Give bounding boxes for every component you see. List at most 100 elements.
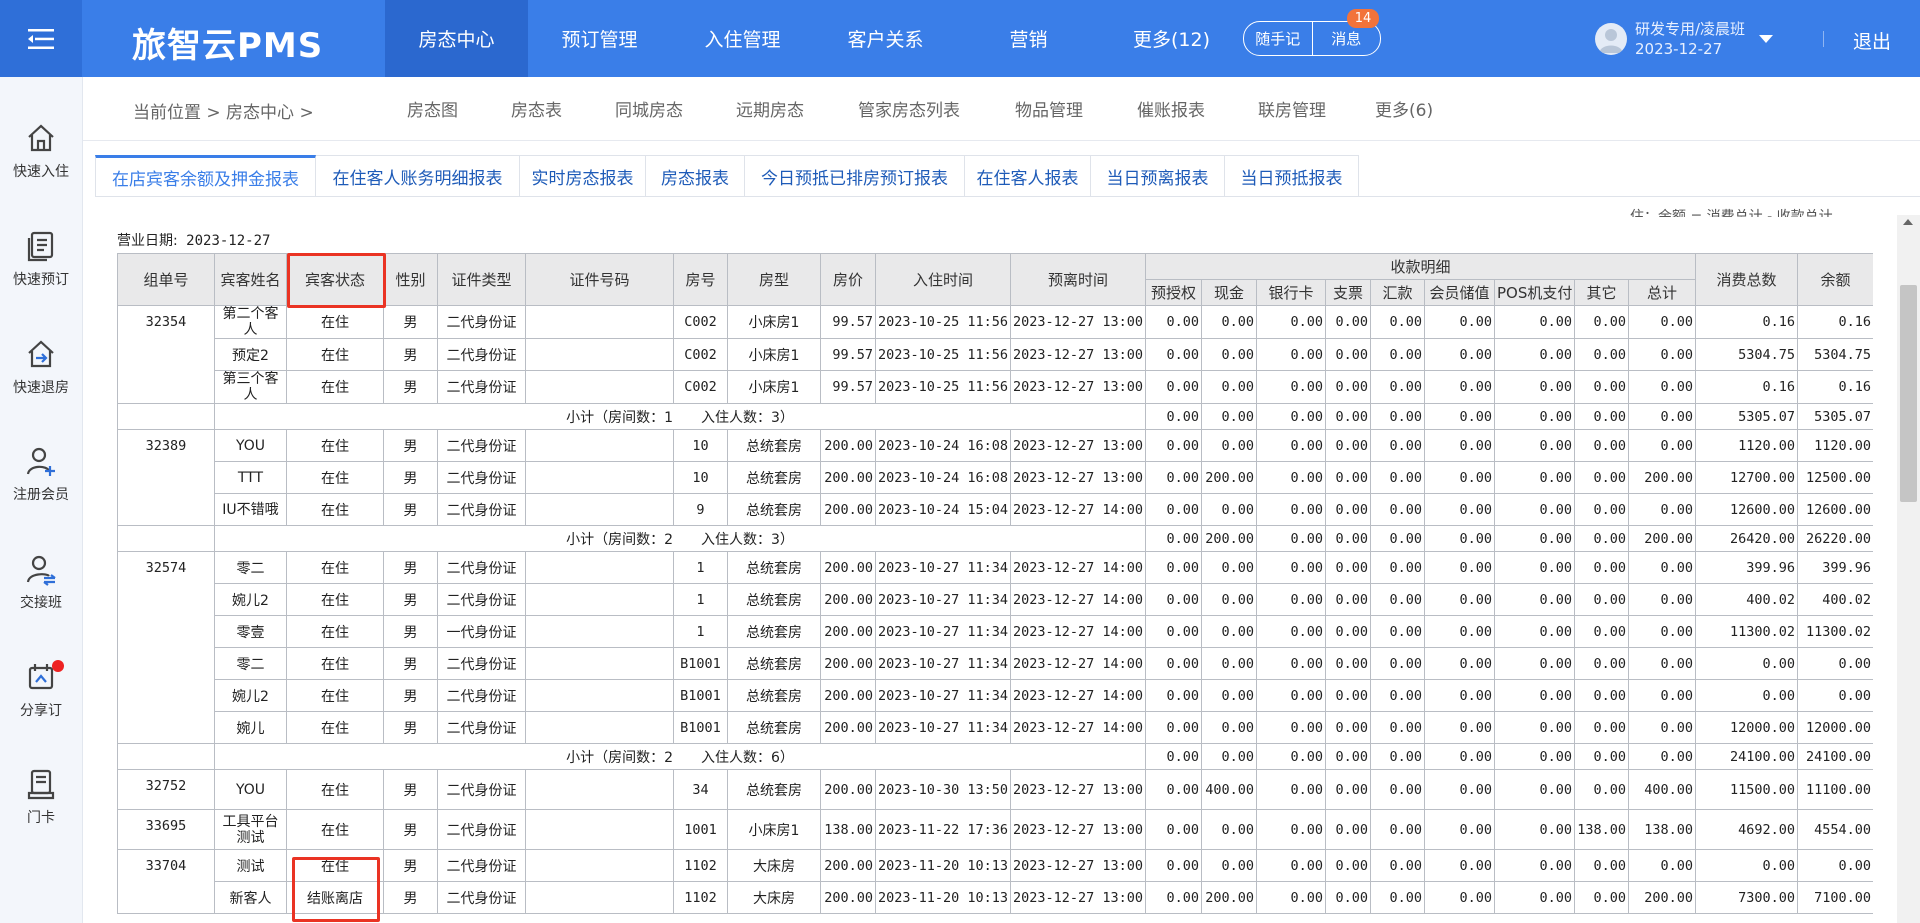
id-no-cell bbox=[525, 493, 674, 526]
payment-cell: 0.00 bbox=[1574, 711, 1629, 744]
tab-today-arrivals[interactable]: 当日预抵报表 bbox=[1225, 155, 1359, 197]
subnav-room-table[interactable]: 房态表 bbox=[511, 96, 562, 121]
sidebar-item-quick-reserve[interactable]: 快速预订 bbox=[0, 229, 82, 289]
tab-inhouse-guests[interactable]: 在住客人报表 bbox=[965, 155, 1091, 197]
price-cell: 200.00 bbox=[820, 493, 876, 526]
report-table: 组单号 宾客姓名 宾客状态 性别 证件类型 证件号码 房号 房型 房价 入住时间… bbox=[117, 253, 1873, 914]
tab-today-departures[interactable]: 当日预离报表 bbox=[1091, 155, 1225, 197]
table-row[interactable]: 32389 YOU 在住男二代身份证 10 总统套房 200.00 2023-10-24 1… bbox=[117, 429, 1873, 526]
subnav-city-rooms[interactable]: 同城房态 bbox=[615, 96, 683, 121]
tab-room-status-report[interactable]: 房态报表 bbox=[646, 155, 745, 197]
notes-button[interactable]: 随手记 bbox=[1244, 22, 1312, 55]
table-row[interactable]: IU不错哦 在住男二代身份证 9 总统套房 200.00 2023-10-24 15:04… bbox=[118, 493, 1873, 526]
table-row[interactable]: 婉儿2 在住男二代身份证 1 总统套房 200.00 2023-10-27 11:34 20… bbox=[118, 583, 1873, 616]
nav-reservation[interactable]: 预订管理 bbox=[528, 0, 671, 77]
subtotal-payment-cell: 0.00 bbox=[1256, 525, 1326, 552]
tab-realtime-room-status[interactable]: 实时房态报表 bbox=[520, 155, 646, 197]
nav-checkin[interactable]: 入住管理 bbox=[671, 0, 814, 77]
subnav-more[interactable]: 更多(6) bbox=[1375, 96, 1433, 121]
payment-cell: 0.00 bbox=[1201, 615, 1257, 648]
logout-button[interactable]: 退出 bbox=[1853, 27, 1891, 54]
subtotal-payment-cell: 0.00 bbox=[1627, 403, 1697, 430]
nav-crm[interactable]: 客户关系 bbox=[814, 0, 957, 77]
table-row[interactable]: 32752 YOU 在住男二代身份证 34 总统套房 200.00 2023-10-30 1… bbox=[117, 769, 1873, 810]
subnav-future-rooms[interactable]: 远期房态 bbox=[736, 96, 804, 121]
payment-cell: 0.00 bbox=[1145, 338, 1202, 371]
room-no-cell: 1102 bbox=[673, 849, 728, 882]
price-cell: 200.00 bbox=[820, 429, 876, 462]
payment-cell: 0.00 bbox=[1256, 711, 1326, 744]
subnav-housekeeping-list[interactable]: 管家房态列表 bbox=[858, 96, 960, 121]
tab-today-arrival-assigned[interactable]: 今日预抵已排房预订报表 bbox=[745, 155, 965, 197]
table-row[interactable]: 32354 第二个客人 在住男二代身份证 C002 小床房1 99.57 2023-10-2… bbox=[117, 305, 1873, 404]
subnav-dunning-report[interactable]: 催账报表 bbox=[1137, 96, 1205, 121]
user-menu[interactable]: 研发专用/凌晨班 2023-12-27 bbox=[1595, 19, 1774, 59]
room-no-cell: 10 bbox=[673, 461, 728, 494]
nav-room-status-center[interactable]: 房态中心 bbox=[385, 0, 528, 77]
checkout-time-cell: 2023-12-27 14:00 bbox=[1010, 493, 1146, 526]
nav-more[interactable]: 更多(12) bbox=[1100, 0, 1243, 77]
payment-cell: 0.00 bbox=[1424, 429, 1495, 462]
table-row[interactable]: 第三个客人 在住男二代身份证 C002 小床房1 99.57 2023-10-25 11:… bbox=[118, 370, 1873, 404]
header-pay-bank-card: 银行卡 bbox=[1256, 279, 1326, 306]
consumption-total-cell: 1120.00 bbox=[1695, 429, 1799, 462]
payment-cell: 0.00 bbox=[1370, 615, 1425, 648]
payment-cell: 0.00 bbox=[1627, 370, 1697, 404]
payment-cell: 0.00 bbox=[1370, 849, 1425, 882]
table-row[interactable]: 预定2 在住男二代身份证 C002 小床房1 99.57 2023-10-25 11:56… bbox=[118, 338, 1873, 371]
payment-cell: 0.00 bbox=[1325, 769, 1371, 810]
payment-cell: 0.00 bbox=[1424, 461, 1495, 494]
scroll-thumb[interactable] bbox=[1900, 285, 1917, 502]
sidebar-item-share-order[interactable]: 分享订 bbox=[0, 660, 82, 720]
room-type-cell: 总统套房 bbox=[727, 583, 821, 616]
gender-cell: 男 bbox=[383, 647, 438, 680]
payment-cell: 0.00 bbox=[1325, 493, 1371, 526]
payment-cell: 0.00 bbox=[1370, 583, 1425, 616]
guest-status-cell: 在住 bbox=[286, 809, 384, 850]
payment-cell: 0.00 bbox=[1574, 493, 1629, 526]
table-row[interactable]: 零二 在住男二代身份证 B1001 总统套房 200.00 2023-10-27 11:3… bbox=[118, 647, 1873, 680]
scroll-up-arrow-icon[interactable] bbox=[1903, 219, 1913, 225]
sidebar-item-register-member[interactable]: 注册会员 bbox=[0, 444, 82, 504]
room-type-cell: 总统套房 bbox=[727, 647, 821, 680]
payment-cell: 0.00 bbox=[1627, 305, 1697, 339]
tab-guest-balance-deposit[interactable]: 在店宾客余额及押金报表 bbox=[95, 155, 316, 197]
subnav-linked-rooms[interactable]: 联房管理 bbox=[1258, 96, 1326, 121]
payment-cell: 0.00 bbox=[1370, 809, 1425, 850]
subnav-room-map[interactable]: 房态图 bbox=[407, 96, 458, 121]
balance-cell: 0.00 bbox=[1797, 647, 1873, 680]
payment-cell: 0.00 bbox=[1201, 338, 1257, 371]
table-row[interactable]: 新客人 结账离店男二代身份证 1102 大床房 200.00 2023-11-20 10:… bbox=[118, 881, 1873, 914]
room-no-cell: B1001 bbox=[673, 711, 728, 744]
user-add-icon bbox=[26, 447, 55, 476]
table-row[interactable]: 33695 工具平台测试 在住男二代身份证 1001 小床房1 138.00 2023-11… bbox=[117, 809, 1873, 850]
nav-marketing[interactable]: 营销 bbox=[957, 0, 1100, 77]
checkin-time-cell: 2023-10-25 11:56 bbox=[875, 338, 1011, 371]
table-row[interactable]: 33704 测试 在住男二代身份证 1102 大床房 200.00 2023-11-20 1… bbox=[117, 849, 1873, 914]
table-row[interactable]: 婉儿2 在住男二代身份证 B1001 总统套房 200.00 2023-10-27 11:… bbox=[118, 679, 1873, 712]
sidebar-item-quick-checkout[interactable]: 快速退房 bbox=[0, 337, 82, 397]
id-type-cell: 二代身份证 bbox=[437, 305, 526, 339]
payment-cell: 0.00 bbox=[1370, 551, 1425, 584]
guest-status-cell: 在住 bbox=[286, 583, 384, 616]
table-row[interactable]: 32574 零二 在住男二代身份证 1 总统套房 200.00 2023-10-27 11:… bbox=[117, 551, 1873, 744]
guest-name-cell: 零二 bbox=[214, 647, 287, 680]
sidebar-item-door-card[interactable]: 门卡 bbox=[0, 767, 82, 827]
subnav-items[interactable]: 物品管理 bbox=[1015, 96, 1083, 121]
payment-cell: 0.00 bbox=[1201, 493, 1257, 526]
vertical-scrollbar[interactable] bbox=[1897, 215, 1920, 923]
menu-toggle-button[interactable] bbox=[0, 0, 82, 77]
table-row[interactable]: 零壹 在住男一代身份证 1 总统套房 200.00 2023-10-27 11:34 202… bbox=[118, 615, 1873, 648]
business-date-label: 营业日期: bbox=[117, 233, 178, 249]
consumption-total-cell: 12600.00 bbox=[1695, 493, 1799, 526]
id-no-cell bbox=[525, 370, 674, 404]
guest-name-cell: 婉儿2 bbox=[214, 679, 287, 712]
tab-guest-account-detail[interactable]: 在住客人账务明细报表 bbox=[316, 155, 520, 197]
sidebar-item-quick-checkin[interactable]: 快速入住 bbox=[0, 121, 82, 181]
sidebar-item-shift-handover[interactable]: 交接班 bbox=[0, 552, 82, 612]
payment-cell: 400.00 bbox=[1201, 769, 1257, 810]
table-row[interactable]: 婉儿 在住男二代身份证 B1001 总统套房 200.00 2023-10-27 11:3… bbox=[118, 711, 1873, 744]
table-row[interactable]: TTT 在住男二代身份证 10 总统套房 200.00 2023-10-24 16:08 2… bbox=[118, 461, 1873, 494]
payment-cell: 0.00 bbox=[1256, 429, 1326, 462]
subtotal-payment-cell: 0.00 bbox=[1574, 525, 1629, 552]
